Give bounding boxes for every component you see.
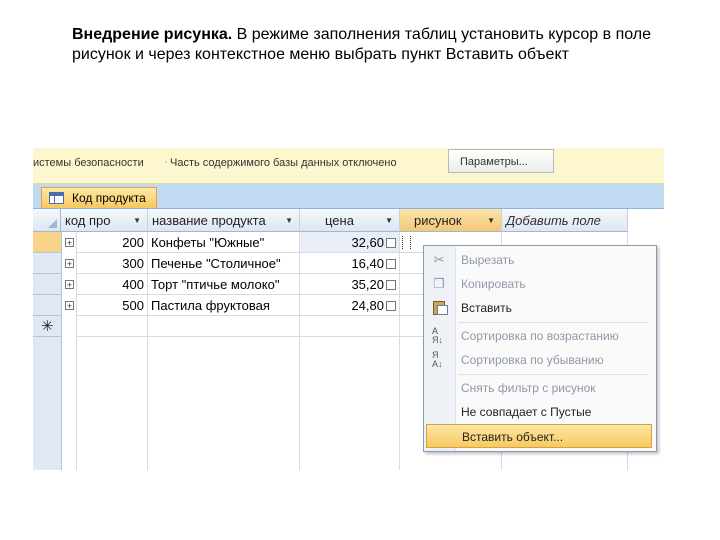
column-header-name[interactable]: название продукта ▼ bbox=[148, 209, 300, 232]
message-bar: истемы безопасности · Часть содержимого … bbox=[33, 148, 664, 184]
message-separator: · bbox=[164, 156, 168, 168]
menu-item-paste[interactable]: Вставить bbox=[424, 296, 656, 320]
table-icon bbox=[49, 192, 64, 204]
slide-text: Внедрение рисунка. В режиме заполнения т… bbox=[72, 25, 682, 65]
select-all-corner[interactable] bbox=[33, 209, 61, 232]
menu-item-label: Копировать bbox=[461, 277, 526, 291]
attachment-icon bbox=[386, 279, 396, 290]
cell-price[interactable]: 35,20 bbox=[300, 274, 400, 295]
sort-z-a-icon: Я А↓ bbox=[432, 350, 443, 369]
cursor-marker bbox=[402, 236, 411, 249]
access-screenshot: истемы безопасности · Часть содержимого … bbox=[33, 148, 664, 470]
expand-icon[interactable]: + bbox=[65, 259, 74, 269]
attachment-icon bbox=[386, 258, 396, 269]
menu-item-copy[interactable]: ❐ Копировать bbox=[424, 272, 656, 296]
new-record-icon: ✳ bbox=[41, 318, 54, 335]
menu-item-not-empty[interactable]: Не совпадает с Пустые bbox=[424, 400, 656, 424]
context-menu: ✂ Вырезать ❐ Копировать Вставить А Я↓ Сор… bbox=[423, 245, 657, 452]
copy-icon: ❐ bbox=[433, 276, 445, 291]
tab-kod-produkta[interactable]: Код продукта bbox=[41, 187, 157, 208]
cell-name[interactable] bbox=[148, 316, 300, 337]
cell-price[interactable]: 32,60 bbox=[300, 232, 400, 253]
record-selector[interactable] bbox=[33, 274, 61, 295]
cell-name[interactable]: Печенье "Столичное" bbox=[148, 253, 300, 274]
options-button[interactable]: Параметры... bbox=[448, 149, 554, 173]
cell-name[interactable]: Конфеты "Южные" bbox=[148, 232, 300, 253]
menu-item-label: Вырезать bbox=[461, 253, 515, 267]
cell-price[interactable] bbox=[300, 316, 400, 337]
menu-item-cut[interactable]: ✂ Вырезать bbox=[424, 248, 656, 272]
security-label: истемы безопасности bbox=[33, 157, 144, 169]
menu-separator bbox=[458, 322, 648, 323]
column-header-label: цена bbox=[325, 213, 354, 228]
scissors-icon: ✂ bbox=[433, 252, 445, 267]
cell-price[interactable]: 16,40 bbox=[300, 253, 400, 274]
cell-code[interactable]: 500 bbox=[77, 295, 148, 316]
chevron-down-icon[interactable]: ▼ bbox=[487, 209, 495, 231]
record-selector[interactable] bbox=[33, 295, 61, 316]
tab-label: Код продукта bbox=[72, 191, 146, 205]
menu-item-sort-desc[interactable]: Я А↓ Сортировка по убыванию bbox=[424, 348, 656, 372]
document-tabs: Код продукта bbox=[33, 184, 664, 209]
grid-line bbox=[147, 232, 148, 470]
clipboard-icon bbox=[433, 301, 448, 315]
chevron-down-icon[interactable]: ▼ bbox=[285, 209, 293, 231]
chevron-down-icon[interactable]: ▼ bbox=[133, 209, 141, 231]
column-header-label: Добавить поле bbox=[506, 213, 601, 228]
price-value: 32,60 bbox=[351, 235, 384, 250]
cell-code[interactable]: 400 bbox=[77, 274, 148, 295]
column-header-label: название продукта bbox=[152, 213, 266, 228]
cell-price[interactable]: 24,80 bbox=[300, 295, 400, 316]
menu-item-label: Снять фильтр с рисунок bbox=[461, 381, 596, 395]
menu-item-label: Сортировка по убыванию bbox=[461, 353, 604, 367]
attachment-icon bbox=[386, 300, 396, 311]
menu-item-label: Вставить bbox=[461, 301, 512, 315]
menu-item-insert-object[interactable]: Вставить объект... bbox=[426, 424, 652, 448]
grid-line bbox=[399, 232, 400, 470]
cell-code[interactable]: 200 bbox=[77, 232, 148, 253]
column-header-price[interactable]: цена ▼ bbox=[300, 209, 400, 232]
price-value: 16,40 bbox=[351, 256, 384, 271]
expand-icon[interactable]: + bbox=[65, 238, 74, 248]
price-value: 24,80 bbox=[351, 298, 384, 313]
menu-item-label: Сортировка по возрастанию bbox=[461, 329, 619, 343]
security-message: Часть содержимого базы данных отключено bbox=[170, 157, 397, 169]
column-header-label: рисунок bbox=[414, 213, 462, 228]
attachment-icon bbox=[386, 237, 396, 248]
column-header-code[interactable]: код про ▼ bbox=[61, 209, 148, 232]
expand-icon[interactable]: + bbox=[65, 301, 74, 311]
column-header-label: код про bbox=[65, 213, 111, 228]
record-selector[interactable] bbox=[33, 232, 61, 253]
menu-item-label: Не совпадает с Пустые bbox=[461, 405, 592, 419]
column-header-add-field[interactable]: Добавить поле bbox=[502, 209, 628, 232]
cell-name[interactable]: Торт "птичье молоко" bbox=[148, 274, 300, 295]
cell-code[interactable]: 300 bbox=[77, 253, 148, 274]
grid-line bbox=[299, 232, 300, 470]
record-selector[interactable] bbox=[33, 253, 61, 274]
grid-line bbox=[76, 232, 77, 470]
sort-a-z-icon: А Я↓ bbox=[432, 326, 443, 345]
cell-code[interactable] bbox=[77, 316, 148, 337]
chevron-down-icon[interactable]: ▼ bbox=[385, 209, 393, 231]
slide-title: Внедрение рисунка. bbox=[72, 26, 233, 43]
cell-name[interactable]: Пастила фруктовая bbox=[148, 295, 300, 316]
menu-separator bbox=[458, 374, 648, 375]
menu-item-sort-asc[interactable]: А Я↓ Сортировка по возрастанию bbox=[424, 324, 656, 348]
menu-item-clear-filter[interactable]: Снять фильтр с рисунок bbox=[424, 376, 656, 400]
column-header-picture[interactable]: рисунок ▼ bbox=[400, 209, 502, 232]
price-value: 35,20 bbox=[351, 277, 384, 292]
menu-item-label: Вставить объект... bbox=[462, 430, 564, 444]
expand-icon[interactable]: + bbox=[65, 280, 74, 290]
